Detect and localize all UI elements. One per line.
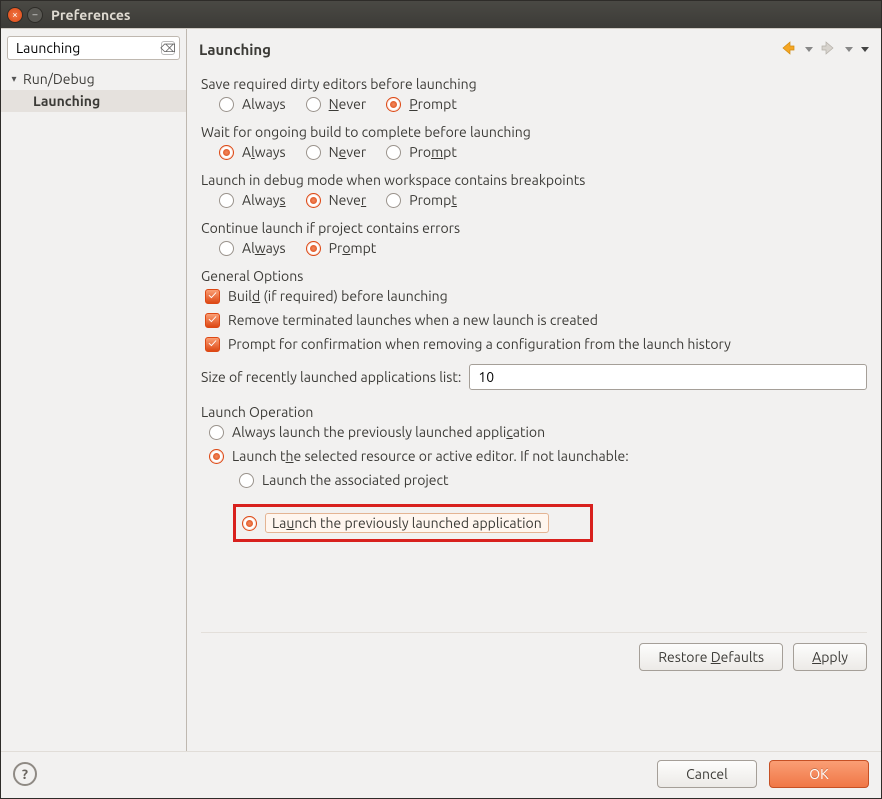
clear-icon[interactable]: ⌫ <box>161 41 175 55</box>
help-icon[interactable]: ? <box>13 762 37 786</box>
page-header: Launching <box>187 29 881 68</box>
tree-item-label: Launching <box>33 93 100 109</box>
tree-item-label: Run/Debug <box>23 71 95 87</box>
radio-wait-never[interactable]: Never <box>306 144 367 160</box>
apply-button[interactable]: Apply <box>793 643 867 671</box>
group-debug-label: Launch in debug mode when workspace cont… <box>201 172 867 188</box>
tree-item-run-debug[interactable]: ▾ Run/Debug <box>1 68 186 90</box>
group-launch-op: Always launch the previously launched ap… <box>209 424 867 542</box>
radio-launch-always-prev[interactable]: Always launch the previously launched ap… <box>209 424 545 440</box>
chevron-down-icon: ▾ <box>9 73 19 85</box>
preferences-window: × – Preferences ⌫ ▾ Run/Debug Launching <box>0 0 882 799</box>
close-icon[interactable]: × <box>7 7 23 23</box>
check-build-before[interactable]: ✓Build (if required) before launching <box>205 288 448 304</box>
window-title: Preferences <box>51 7 131 23</box>
preferences-tree: ▾ Run/Debug Launching <box>1 66 186 114</box>
content-button-bar: Restore Defaults Apply <box>201 632 867 675</box>
radio-save-always[interactable]: Always <box>219 96 286 112</box>
filter-field[interactable]: ⌫ <box>7 36 180 60</box>
page-title: Launching <box>199 41 271 58</box>
recent-list-label: Size of recently launched applications l… <box>201 369 461 385</box>
radio-wait-always[interactable]: Always <box>219 144 286 160</box>
tree-item-launching[interactable]: Launching <box>1 90 186 112</box>
restore-defaults-button[interactable]: Restore Defaults <box>639 643 783 671</box>
checkmark-icon: ✓ <box>205 337 220 352</box>
main-panel: Launching Save required dirty editors be… <box>187 29 881 751</box>
radio-errors-always[interactable]: Always <box>219 240 286 256</box>
group-general: ✓Build (if required) before launching ✓R… <box>205 288 867 352</box>
group-save-editors: Always Never Prompt <box>219 96 867 112</box>
radio-launch-prev-app[interactable]: Launch the previously launched applicati… <box>242 513 584 533</box>
ok-button[interactable]: OK <box>769 760 869 788</box>
group-wait-build-label: Wait for ongoing build to complete befor… <box>201 124 867 140</box>
radio-save-prompt[interactable]: Prompt <box>386 96 457 112</box>
radio-wait-prompt[interactable]: Prompt <box>386 144 457 160</box>
radio-debug-never[interactable]: Never <box>306 192 367 208</box>
group-save-editors-label: Save required dirty editors before launc… <box>201 76 867 92</box>
sidebar: ⌫ ▾ Run/Debug Launching <box>1 29 187 751</box>
titlebar: × – Preferences <box>1 1 881 28</box>
radio-errors-prompt[interactable]: Prompt <box>306 240 377 256</box>
filter-input[interactable] <box>14 39 161 57</box>
radio-launch-assoc-project[interactable]: Launch the associated project <box>239 472 593 488</box>
group-general-label: General Options <box>201 268 867 284</box>
check-prompt-remove-history[interactable]: ✓Prompt for confirmation when removing a… <box>205 336 731 352</box>
radio-save-never[interactable]: Never <box>306 96 367 112</box>
back-menu-icon[interactable] <box>805 47 813 52</box>
cancel-button[interactable]: Cancel <box>657 760 757 788</box>
dialog-body: ⌫ ▾ Run/Debug Launching Launching <box>1 28 881 751</box>
checkmark-icon: ✓ <box>205 289 220 304</box>
view-menu-icon[interactable] <box>861 47 869 52</box>
checkmark-icon: ✓ <box>205 313 220 328</box>
forward-menu-icon[interactable] <box>845 47 853 52</box>
highlight-annotation: Launch the previously launched applicati… <box>233 504 593 542</box>
back-icon[interactable] <box>779 39 797 60</box>
radio-debug-prompt[interactable]: Prompt <box>386 192 457 208</box>
launch-selected-suboptions: Launch the associated project Launch the… <box>239 472 593 542</box>
group-errors: Always Prompt <box>219 240 867 256</box>
nav-history <box>779 39 869 60</box>
footer-buttons: Cancel OK <box>657 760 869 788</box>
radio-debug-always[interactable]: Always <box>219 192 286 208</box>
check-remove-terminated[interactable]: ✓Remove terminated launches when a new l… <box>205 312 598 328</box>
window-controls: × – <box>7 7 43 23</box>
content-area: Save required dirty editors before launc… <box>187 68 881 751</box>
group-errors-label: Continue launch if project contains erro… <box>201 220 867 236</box>
group-launch-op-label: Launch Operation <box>201 404 867 420</box>
radio-launch-selected[interactable]: Launch the selected resource or active e… <box>209 448 629 464</box>
recent-list-input[interactable] <box>469 364 867 390</box>
group-wait-build: Always Never Prompt <box>219 144 867 160</box>
forward-icon[interactable] <box>819 39 837 60</box>
minimize-icon[interactable]: – <box>27 7 43 23</box>
row-recent-list-size: Size of recently launched applications l… <box>201 364 867 390</box>
dialog-footer: ? Cancel OK <box>1 751 881 798</box>
group-debug: Always Never Prompt <box>219 192 867 208</box>
